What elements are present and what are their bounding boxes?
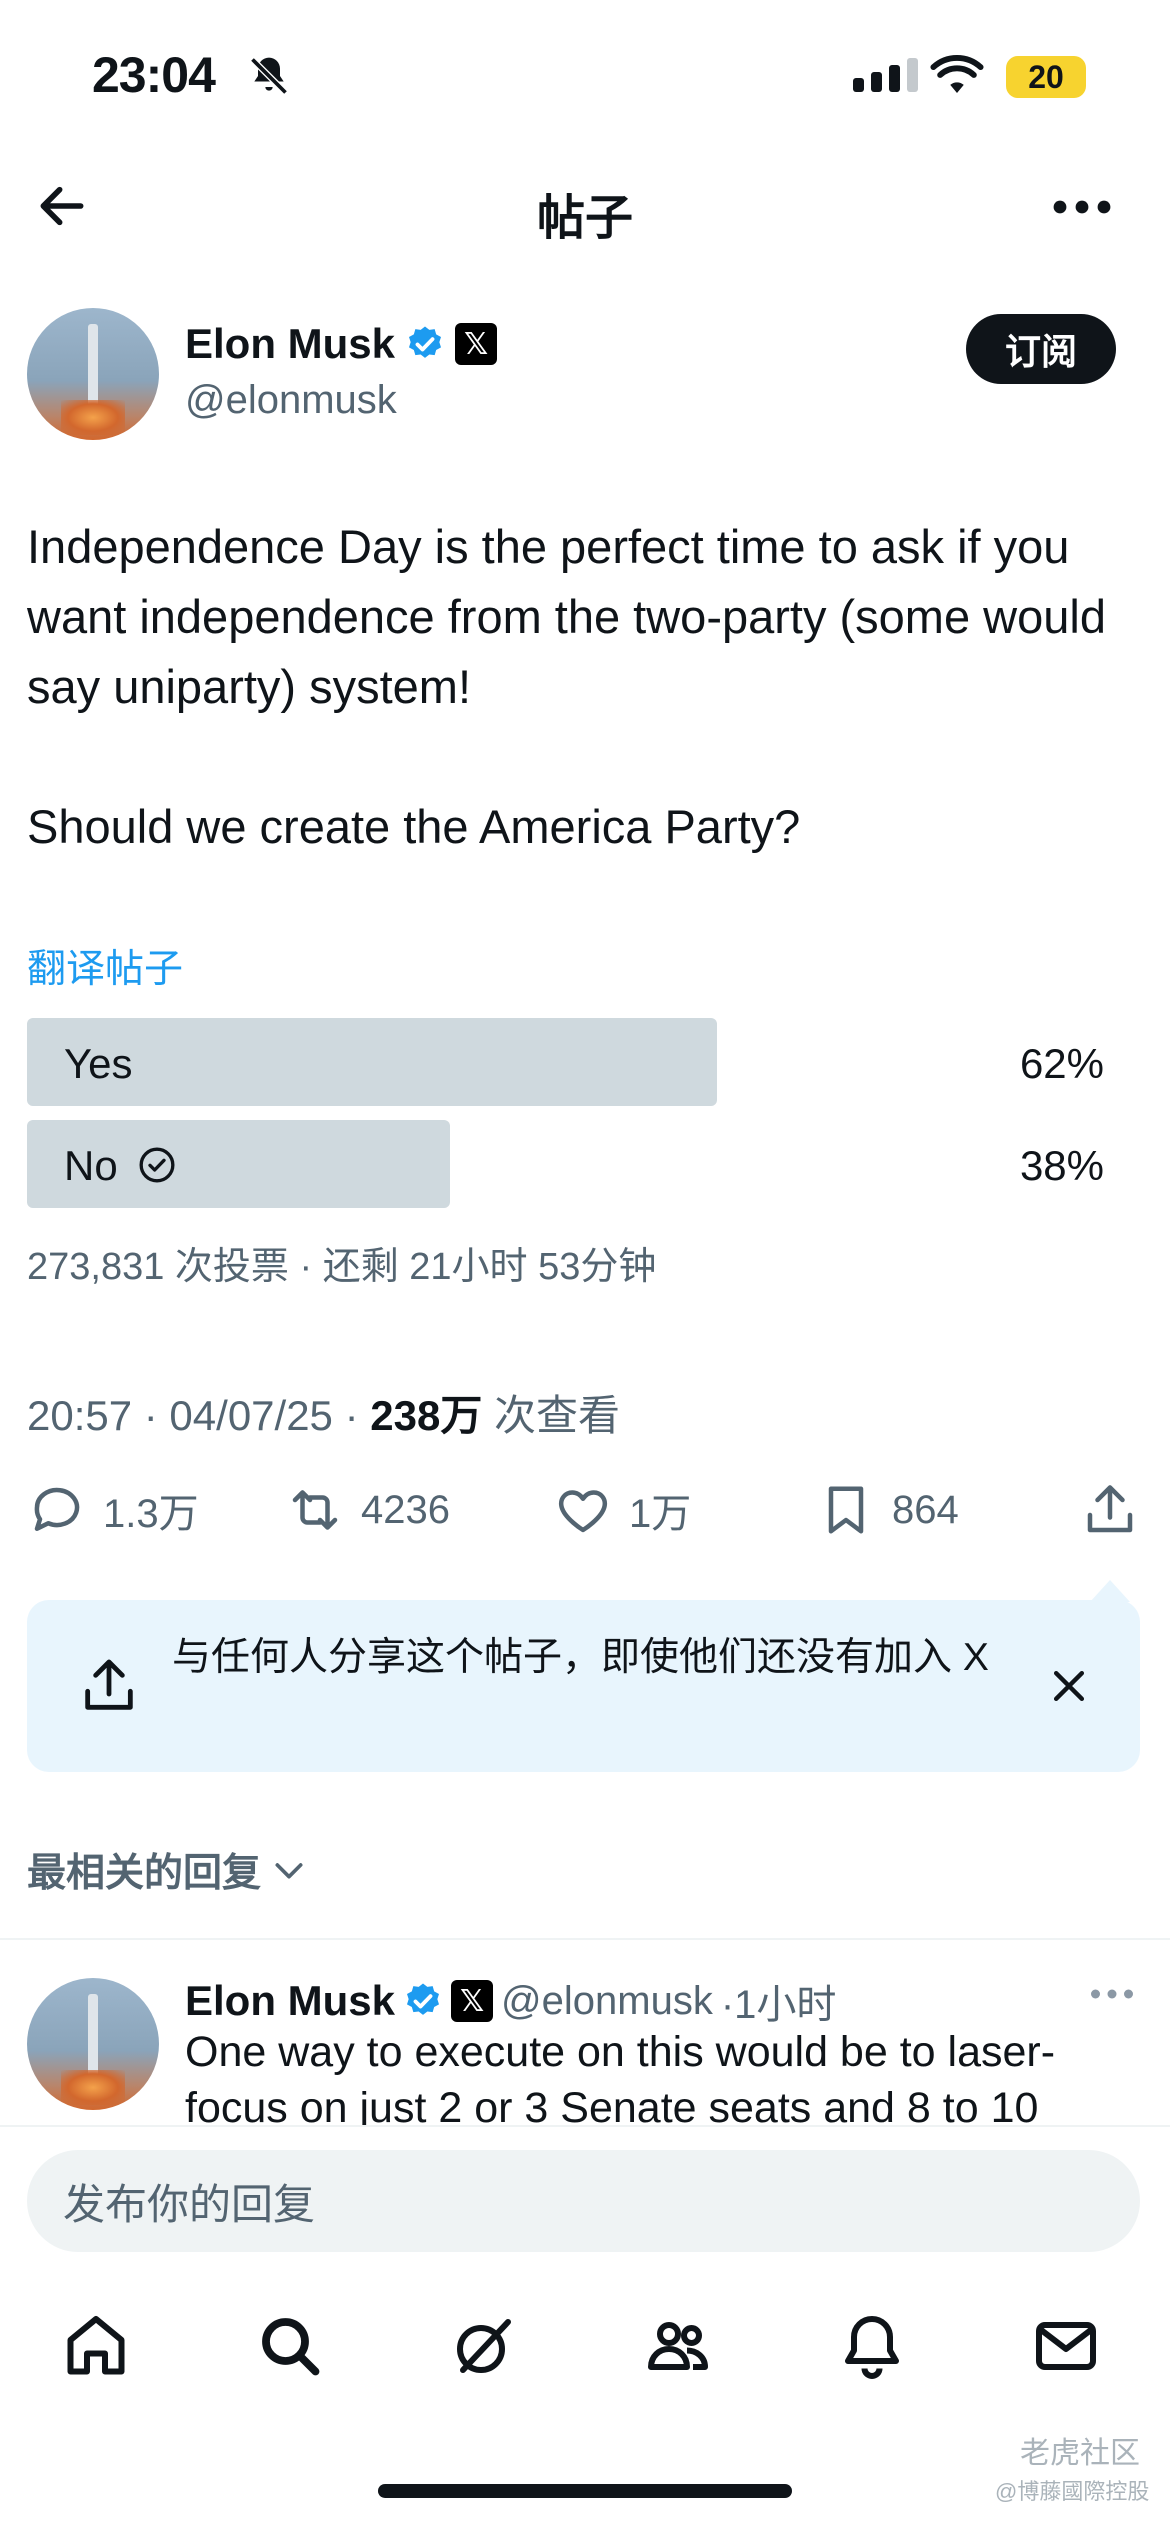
repost-count: 4236 <box>361 1487 450 1532</box>
close-icon[interactable] <box>1047 1664 1091 1708</box>
verified-badge-icon <box>409 326 442 358</box>
post-views-suffix: 次查看 <box>482 1392 620 1439</box>
status-time: 23:04 <box>92 47 216 103</box>
reply-author-name: Elon Musk <box>185 1977 396 2024</box>
verified-badge-icon <box>407 1983 440 2015</box>
share-prompt-text: 与任何人分享这个帖子，即使他们还没有加入 X <box>172 1636 989 1679</box>
replies-sort-label: 最相关的回复 <box>27 1852 262 1895</box>
translate-post-link[interactable]: 翻译帖子 <box>27 938 183 994</box>
bookmark-icon <box>828 1486 864 1534</box>
bookmark-action[interactable]: 864 <box>816 1480 959 1540</box>
wifi-icon <box>930 55 984 93</box>
silent-bell-icon <box>250 57 288 95</box>
like-heart-icon <box>558 1490 608 1533</box>
chevron-down-icon <box>275 1863 303 1879</box>
search-icon[interactable] <box>254 2310 326 2382</box>
x-affiliate-badge-icon: 𝕏 <box>455 323 498 365</box>
replies-sort-dropdown[interactable]: 最相关的回复 <box>27 1842 309 1898</box>
repost-action[interactable]: 4236 <box>285 1480 450 1540</box>
communities-icon[interactable] <box>642 2310 714 2382</box>
grok-icon[interactable] <box>448 2310 520 2382</box>
repost-icon <box>292 1490 338 1530</box>
watermark-line-1: 老虎社区 <box>1020 2437 1140 2470</box>
post-views-count[interactable]: 238万 <box>370 1392 482 1439</box>
share-icon[interactable] <box>1080 1480 1140 1540</box>
page-title: 帖子 <box>536 192 633 245</box>
author-name: Elon Musk <box>185 320 396 367</box>
messages-icon[interactable] <box>1030 2310 1102 2382</box>
like-action[interactable]: 1万 <box>553 1480 691 1540</box>
home-indicator <box>378 2484 792 2498</box>
cellular-signal-icon <box>853 58 918 92</box>
reply-avatar[interactable] <box>27 1978 159 2110</box>
home-icon[interactable] <box>60 2310 132 2382</box>
share-card-pointer <box>1090 1580 1130 1602</box>
like-count: 1万 <box>629 1492 692 1536</box>
reply-text-line-1: One way to execute on this would be to l… <box>185 2028 1056 2076</box>
poll-option-yes-percent: 62% <box>1019 1040 1104 1087</box>
post-text: Independence Day is the perfect time to … <box>27 520 1106 853</box>
author-handle[interactable]: @elonmusk <box>185 378 397 423</box>
poll-meta: 273,831 次投票 · 还剩 21小时 53分钟 <box>27 1246 657 1288</box>
x-affiliate-badge-icon: 𝕏 <box>451 1980 494 2022</box>
reply-time: ·1小时 <box>720 1983 837 2027</box>
author-name-row[interactable]: Elon Musk 𝕏 <box>185 320 498 368</box>
reply-icon <box>34 1487 80 1531</box>
poll-option-yes-label: Yes <box>64 1040 133 1087</box>
reply-author-handle: @elonmusk <box>501 1978 713 2023</box>
reply-more-icon[interactable] <box>1088 1984 1136 2004</box>
reply-count: 1.3万 <box>103 1492 199 1536</box>
post-time-date: 20:57 · 04/07/25 · <box>27 1392 371 1439</box>
reply-input[interactable]: 发布你的回复 <box>27 2150 1140 2252</box>
reply-action[interactable]: 1.3万 <box>27 1480 199 1540</box>
watermark-line-2: @博藤國際控股 <box>995 2479 1150 2504</box>
share-upload-icon <box>85 1659 133 1710</box>
subscribe-button[interactable]: 订阅 <box>966 314 1116 384</box>
replies-divider <box>0 1938 1170 1940</box>
voted-check-icon <box>139 1147 175 1183</box>
notifications-icon[interactable] <box>836 2310 908 2382</box>
reply-header[interactable]: Elon Musk 𝕏 @elonmusk ·1小时 <box>185 1972 836 2030</box>
battery-indicator: 20 <box>1006 56 1086 98</box>
author-avatar[interactable] <box>27 308 159 440</box>
poll-option-no-label: No <box>64 1142 118 1189</box>
share-prompt-card: 与任何人分享这个帖子，即使他们还没有加入 X <box>27 1600 1140 1772</box>
poll-option-no-percent: 38% <box>1019 1142 1104 1189</box>
more-options-icon[interactable] <box>1050 192 1114 222</box>
bookmark-count: 864 <box>892 1487 959 1532</box>
post-stats: 20:57 · 04/07/25 · 238万 次查看 <box>27 1382 620 1443</box>
